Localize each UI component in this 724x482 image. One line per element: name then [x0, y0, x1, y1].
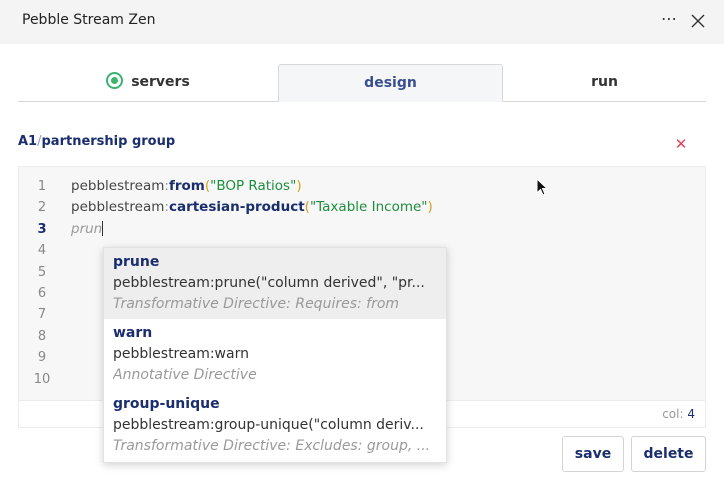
tab-bar: servers design run — [18, 64, 706, 102]
line-gutter: 1 2 3 4 5 6 7 8 9 10 — [19, 176, 65, 390]
breadcrumb-prefix[interactable]: A1 — [18, 134, 37, 149]
autocomplete-item[interactable]: warn pebblestream:warn Annotative Direct… — [104, 319, 446, 390]
autocomplete-item-name: group-unique — [113, 396, 220, 412]
code-lines[interactable]: pebblestream:from("BOP Ratios") pebblest… — [71, 176, 691, 240]
line-number: 7 — [37, 307, 47, 323]
mouse-cursor-icon — [536, 178, 549, 196]
autocomplete-item-description: Transformative Directive: Requires: from — [113, 296, 400, 312]
code-line-3[interactable]: prun — [71, 219, 691, 240]
tab-servers[interactable]: servers — [18, 64, 278, 102]
delete-button[interactable]: delete — [631, 436, 706, 472]
remove-icon[interactable]: ✕ — [674, 136, 688, 152]
autocomplete-item-name: warn — [113, 325, 153, 341]
line-number-active: 3 — [37, 221, 47, 237]
namespace: pebblestream — [71, 199, 165, 216]
autocomplete-item-description: Transformative Directive: Excludes: grou… — [113, 438, 431, 454]
autocomplete-popup[interactable]: prune pebblestream:prune("column derived… — [103, 247, 447, 463]
function-name: from — [168, 178, 205, 194]
autocomplete-item-signature: pebblestream:group-unique("column deriv.… — [113, 417, 424, 433]
tab-run[interactable]: run — [503, 64, 706, 102]
breadcrumb: A1/partnership group — [18, 134, 175, 149]
line-number: 6 — [37, 285, 47, 301]
column-value: 4 — [687, 407, 695, 421]
text-caret — [102, 220, 104, 236]
string-arg: "Taxable Income" — [309, 199, 428, 216]
tab-design[interactable]: design — [278, 64, 503, 102]
line-number: 10 — [33, 371, 51, 387]
line-number: 2 — [37, 200, 47, 216]
autocomplete-item[interactable]: group-unique pebblestream:group-unique("… — [104, 390, 446, 461]
line-number: 8 — [37, 328, 47, 344]
title-bar: Pebble Stream Zen ⋯ — [0, 0, 724, 44]
autocomplete-item-signature: pebblestream:warn — [113, 346, 249, 362]
string-arg: "BOP Ratios" — [210, 178, 297, 194]
line-number: 4 — [37, 243, 47, 259]
column-label: col: — [662, 407, 684, 421]
tab-design-label: design — [364, 75, 417, 91]
typed-text: prun — [71, 220, 103, 237]
code-line-1[interactable]: pebblestream:from("BOP Ratios") — [71, 176, 691, 197]
tab-run-label: run — [591, 74, 618, 90]
autocomplete-item-signature: pebblestream:prune("column derived", "pr… — [113, 275, 425, 291]
tab-servers-label: servers — [131, 74, 190, 90]
namespace: pebblestream — [71, 178, 165, 194]
breadcrumb-name: partnership group — [41, 134, 176, 149]
more-options-icon[interactable]: ⋯ — [659, 8, 679, 32]
close-icon[interactable] — [689, 10, 707, 32]
server-status-icon — [106, 72, 124, 89]
window-title: Pebble Stream Zen — [22, 12, 156, 28]
code-line-2[interactable]: pebblestream:cartesian-product("Taxable … — [71, 197, 691, 218]
paren-close: ) — [427, 199, 433, 216]
autocomplete-item-description: Annotative Directive — [113, 367, 257, 383]
save-button[interactable]: save — [562, 436, 624, 472]
autocomplete-item[interactable]: prune pebblestream:prune("column derived… — [104, 248, 446, 319]
line-number: 9 — [37, 350, 47, 366]
paren-close: ) — [296, 178, 302, 194]
line-number: 5 — [37, 264, 47, 280]
autocomplete-item-name: prune — [113, 254, 160, 270]
column-indicator: col: 4 — [662, 407, 695, 421]
function-name: cartesian-product — [168, 199, 305, 216]
line-number: 1 — [37, 179, 47, 194]
